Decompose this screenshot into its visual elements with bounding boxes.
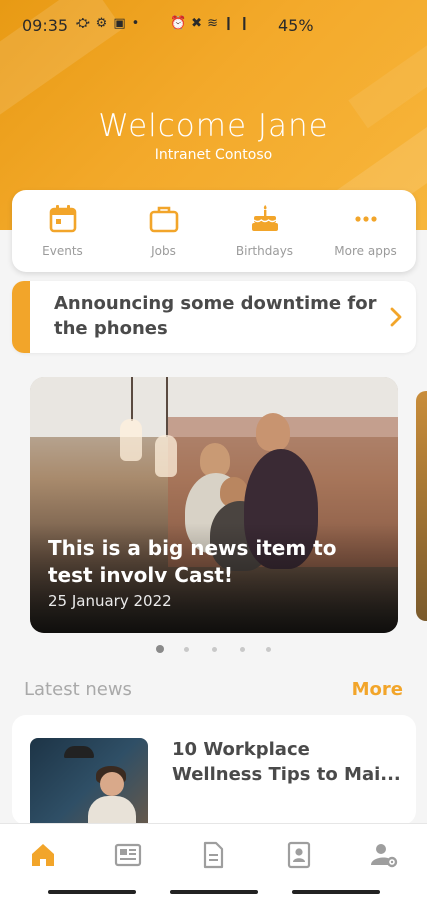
quick-action-label: Events bbox=[42, 244, 83, 258]
gesture-pill[interactable] bbox=[48, 890, 136, 894]
page-subtitle: Intranet Contoso bbox=[154, 147, 273, 163]
status-time: 09:35 bbox=[22, 16, 69, 35]
quick-action-label: Birthdays bbox=[235, 244, 294, 258]
quick-action-events[interactable]: Events bbox=[17, 204, 109, 258]
quick-actions-bar: Events Jobs Birthdays More apps bbox=[12, 190, 416, 272]
carousel-dot[interactable] bbox=[184, 647, 189, 652]
user-settings-icon bbox=[371, 843, 398, 867]
next-news-card-peek[interactable] bbox=[416, 391, 427, 621]
quick-action-jobs[interactable]: Jobs bbox=[118, 204, 210, 258]
battery-level: 45% bbox=[278, 16, 314, 35]
list-item[interactable]: 10 Workplace Wellness Tips to Mai... bbox=[12, 715, 416, 825]
news-item-title: 10 Workplace Wellness Tips to Mai... bbox=[172, 739, 401, 785]
news-image-lamp-cord bbox=[131, 377, 133, 421]
featured-news-title: This is a big news item to test involv C… bbox=[48, 536, 337, 587]
thumbnail-lamp bbox=[64, 746, 94, 758]
briefcase-icon bbox=[149, 206, 178, 233]
news-thumbnail bbox=[30, 738, 148, 825]
contact-card-icon bbox=[287, 841, 310, 868]
featured-news-date: 25 January 2022 bbox=[48, 592, 172, 610]
carousel-dot[interactable] bbox=[240, 647, 245, 652]
status-notification-icons: ⛮⚙▣• bbox=[76, 16, 146, 31]
status-system-icons: ⏰✖≋❙❙ bbox=[170, 16, 255, 31]
quick-action-label: Jobs bbox=[151, 244, 176, 258]
carousel-pagination bbox=[0, 645, 427, 655]
app-screen: 09:35 ⛮⚙▣• ⏰✖≋❙❙ 45% Welcome Jane Intran… bbox=[0, 0, 427, 900]
nav-tab-contacts[interactable] bbox=[269, 835, 329, 875]
document-icon bbox=[204, 841, 224, 868]
featured-news-card[interactable]: This is a big news item to test involv C… bbox=[30, 377, 398, 633]
announcement-banner[interactable]: Announcing some downtime for the phones bbox=[12, 281, 416, 353]
thumbnail-body bbox=[88, 796, 136, 825]
quick-action-more-apps[interactable]: More apps bbox=[320, 204, 412, 258]
news-image-lamp bbox=[155, 435, 177, 477]
nav-tab-news[interactable] bbox=[98, 835, 158, 875]
news-image-lamp-cord bbox=[166, 377, 168, 437]
news-image-person bbox=[200, 443, 230, 477]
thumbnail-face bbox=[100, 772, 124, 796]
nav-tab-documents[interactable] bbox=[183, 835, 243, 875]
more-news-link[interactable]: More bbox=[352, 679, 403, 700]
calendar-icon bbox=[49, 205, 76, 233]
system-gesture-bar bbox=[0, 885, 427, 900]
status-bar: 09:35 ⛮⚙▣• ⏰✖≋❙❙ 45% bbox=[0, 0, 427, 52]
news-image-person bbox=[256, 413, 290, 451]
carousel-dot[interactable] bbox=[266, 647, 271, 652]
announcement-text: Announcing some downtime for the phones bbox=[54, 293, 377, 339]
home-icon bbox=[31, 843, 54, 866]
nav-tab-home[interactable] bbox=[13, 835, 73, 875]
nav-tab-settings[interactable] bbox=[354, 835, 414, 875]
carousel-dot-active[interactable] bbox=[156, 645, 164, 653]
more-horizontal-icon bbox=[354, 216, 377, 222]
quick-action-birthdays[interactable]: Birthdays bbox=[219, 204, 311, 258]
latest-news-heading: Latest news bbox=[24, 679, 132, 700]
news-image-lamp bbox=[120, 419, 142, 461]
gesture-pill[interactable] bbox=[292, 890, 380, 894]
gesture-pill[interactable] bbox=[170, 890, 258, 894]
announcement-accent-bar bbox=[12, 281, 30, 353]
page-title: Welcome Jane bbox=[98, 108, 329, 144]
bottom-navigation bbox=[0, 823, 427, 885]
chevron-right-icon bbox=[390, 307, 402, 327]
carousel-dot[interactable] bbox=[212, 647, 217, 652]
quick-action-label: More apps bbox=[334, 244, 397, 258]
news-icon bbox=[114, 843, 142, 866]
cake-icon bbox=[251, 205, 278, 231]
